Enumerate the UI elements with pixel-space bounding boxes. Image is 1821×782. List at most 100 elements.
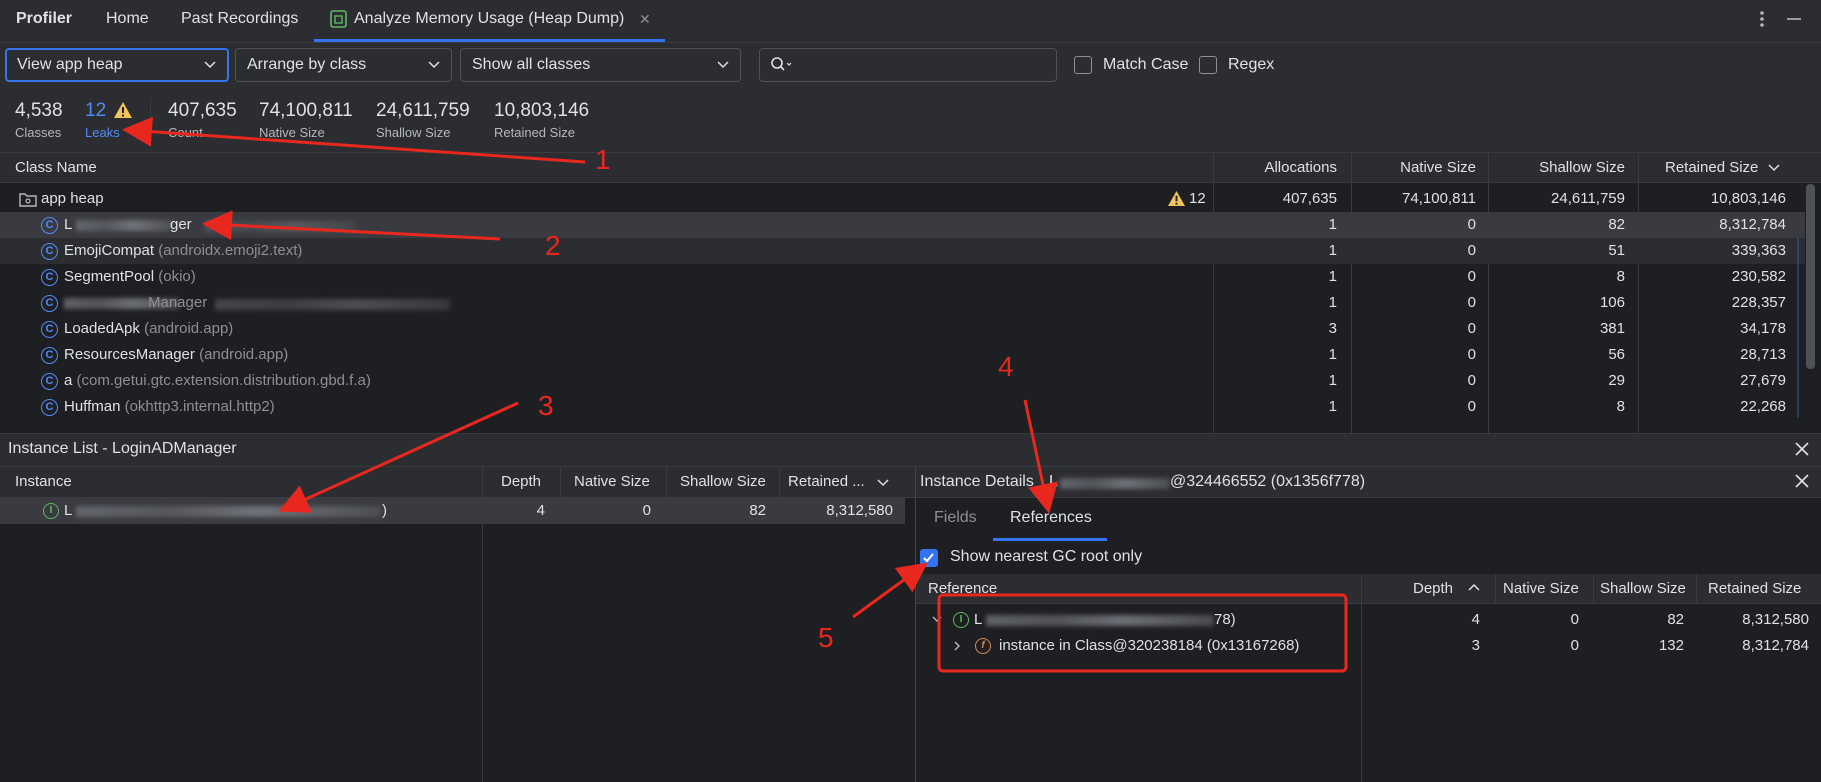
col-shallow-size[interactable]: Shallow Size — [1489, 153, 1625, 182]
col-depth[interactable]: Depth — [501, 467, 541, 497]
tab-references[interactable]: References — [1010, 509, 1092, 527]
table-row-app-heap[interactable]: app heap 12 407,635 74,100,811 24,611,75… — [0, 186, 1805, 212]
class-filter-dropdown[interactable]: Show all classes — [460, 48, 741, 82]
class-icon: C — [41, 399, 58, 416]
regex-checkbox[interactable] — [1199, 56, 1217, 74]
cell-shallow-size: 51 — [1608, 242, 1625, 259]
class-search-box[interactable] — [759, 48, 1057, 82]
col-shallow-size[interactable]: Shallow Size — [680, 467, 766, 497]
cell-depth: 4 — [1471, 611, 1480, 628]
tab-past-recordings[interactable]: Past Recordings — [181, 0, 298, 40]
chevron-down-icon[interactable] — [931, 615, 943, 625]
table-row[interactable]: C ResourcesManager (android.app) 1 0 56 … — [0, 342, 1805, 368]
annotation-label-5: 5 — [818, 622, 834, 653]
row-leaks: 12 — [1189, 190, 1206, 207]
tab-analyze-heap-dump[interactable]: Analyze Memory Usage (Heap Dump) — [354, 0, 624, 40]
close-icon[interactable] — [1794, 441, 1810, 457]
leaks-count[interactable]: 12 — [85, 100, 106, 122]
cell-allocations: 1 — [1328, 242, 1337, 259]
gc-root-checkbox[interactable] — [920, 549, 938, 567]
instance-row[interactable]: I L ) 4 0 82 8,312,580 — [0, 498, 905, 524]
reference-name-tail: 78) — [1214, 611, 1236, 628]
col-reference[interactable]: Reference — [928, 574, 997, 603]
reference-row[interactable]: I L 78) 4 0 82 8,312,580 — [916, 607, 1821, 633]
class-icon: C — [41, 243, 58, 260]
classes-label: Classes — [15, 125, 62, 140]
stats-divider — [150, 98, 151, 142]
cell-retained-size: 34,178 — [1740, 320, 1786, 337]
shallow-size-total: 24,611,759 — [376, 100, 470, 121]
table-row[interactable]: C SegmentPool (okio) 1 0 8 230,582 — [0, 264, 1805, 290]
cell-shallow-size: 8 — [1616, 268, 1625, 285]
col-native-size[interactable]: Native Size — [1503, 574, 1579, 603]
view-heap-dropdown[interactable]: View app heap — [5, 48, 229, 82]
class-package: (com.getui.gtc.extension.distribution.gb… — [76, 372, 371, 389]
regex-label: Regex — [1228, 56, 1275, 73]
minimize-icon[interactable] — [1784, 9, 1804, 29]
leaks-label[interactable]: Leaks — [85, 125, 120, 140]
cell-shallow-size: 106 — [1599, 294, 1625, 311]
class-package: (androidx.emoji2.text) — [158, 242, 303, 259]
col-allocations[interactable]: Allocations — [1214, 153, 1337, 182]
table-row[interactable]: C LoadedApk (android.app) 3 0 381 34,178 — [0, 316, 1805, 342]
col-depth[interactable]: Depth — [1413, 574, 1453, 603]
chevron-down-icon — [204, 61, 216, 69]
redacted-text — [215, 299, 450, 310]
col-retained-size[interactable]: Retained Size — [1665, 153, 1758, 182]
col-instance[interactable]: Instance — [15, 467, 72, 497]
cell-native-size: 0 — [1467, 320, 1476, 337]
reference-row[interactable]: f instance in Class@320238184 (0x1316726… — [916, 633, 1821, 659]
sort-descending-icon — [877, 479, 889, 487]
shallow-size-label: Shallow Size — [376, 125, 451, 140]
table-row[interactable]: C L ger 1 0 82 8,312,784 — [0, 212, 1805, 238]
tab-fields[interactable]: Fields — [934, 509, 977, 527]
table-row[interactable]: C a (com.getui.gtc.extension.distributio… — [0, 368, 1805, 394]
col-retained-size[interactable]: Retained Size — [1708, 574, 1801, 603]
cell-retained-size: 28,713 — [1740, 346, 1786, 363]
col-shallow-size[interactable]: Shallow Size — [1600, 574, 1686, 603]
class-icon: C — [41, 373, 58, 390]
checkmark-icon — [923, 553, 934, 563]
chevron-right-icon[interactable] — [952, 640, 962, 652]
cell-native-size: 0 — [1467, 268, 1476, 285]
cell-retained-size: 228,357 — [1731, 294, 1786, 311]
cell-native-size: 0 — [1467, 346, 1476, 363]
classes-count: 4,538 — [15, 100, 63, 121]
cell-native-size: 0 — [1467, 216, 1476, 233]
col-divider — [1593, 574, 1594, 603]
arrange-dropdown[interactable]: Arrange by class — [235, 48, 452, 82]
class-table-scrollbar[interactable] — [1806, 184, 1815, 369]
more-options-icon[interactable] — [1752, 8, 1772, 30]
count-label: Count — [168, 125, 203, 140]
tab-home[interactable]: Home — [106, 0, 149, 40]
table-row[interactable]: C EmojiCompat (androidx.emoji2.text) 1 0… — [0, 238, 1805, 264]
cell-native-size: 0 — [1467, 242, 1476, 259]
class-simple-name: Huffman — [64, 398, 121, 415]
cell-native-size: 0 — [642, 502, 651, 519]
cell-allocations: 1 — [1328, 346, 1337, 363]
col-class-name[interactable]: Class Name — [15, 153, 97, 182]
col-divider — [1361, 574, 1362, 603]
instance-list-table: Instance Depth Native Size Shallow Size … — [0, 467, 915, 782]
cell-retained-size: 27,679 — [1740, 372, 1786, 389]
chevron-down-icon — [428, 61, 440, 69]
row-name: app heap — [41, 190, 104, 207]
sort-descending-icon — [1768, 164, 1780, 172]
col-native-size[interactable]: Native Size — [1352, 153, 1476, 182]
match-case-checkbox[interactable] — [1074, 56, 1092, 74]
class-simple-name: a — [64, 372, 73, 389]
cell-depth: 4 — [536, 502, 545, 519]
redacted-text — [76, 220, 172, 231]
close-icon[interactable] — [1794, 473, 1810, 489]
table-row[interactable]: C Huffman (okhttp3.internal.http2) 1 0 8… — [0, 394, 1805, 420]
col-divider — [666, 467, 667, 497]
annotation-label-2: 2 — [545, 230, 561, 261]
class-table-header: Class Name Allocations Native Size Shall… — [0, 153, 1821, 183]
retained-size-label: Retained Size — [494, 125, 575, 140]
col-native-size[interactable]: Native Size — [574, 467, 650, 497]
col-divider — [482, 497, 483, 782]
tab-close-icon[interactable]: ✕ — [639, 0, 651, 40]
col-retained-size[interactable]: Retained ... — [788, 467, 865, 497]
search-input[interactable] — [798, 53, 1052, 79]
table-row[interactable]: C Manager 1 0 106 228,357 — [0, 290, 1805, 316]
